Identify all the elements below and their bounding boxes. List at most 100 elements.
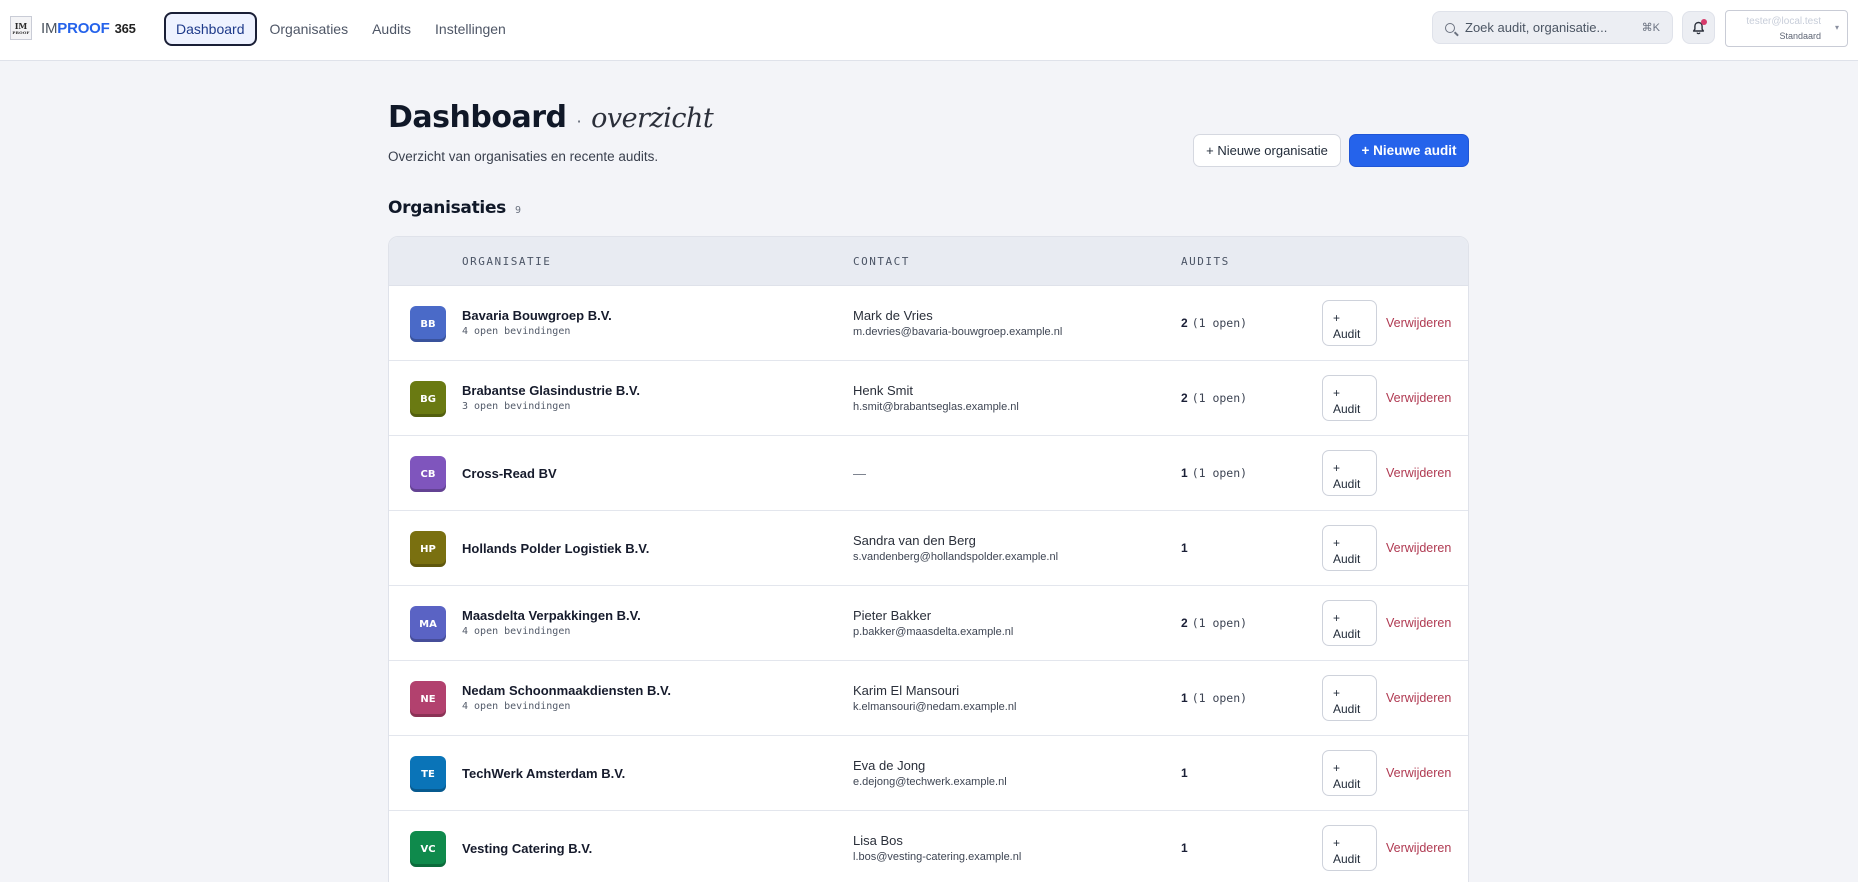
audit-open-count: (1 open) [1191, 316, 1248, 330]
notifications-button[interactable] [1682, 11, 1715, 44]
nav-item-instellingen[interactable]: Instellingen [424, 12, 517, 46]
audit-count: 2 (1 open) [1181, 316, 1247, 330]
global-search[interactable]: ⌘K [1432, 11, 1673, 44]
audit-count-value: 1 [1181, 466, 1188, 480]
audit-count-value: 1 [1181, 841, 1188, 855]
add-audit-label: Audit [1333, 852, 1361, 866]
add-audit-label: Audit [1333, 402, 1361, 416]
add-audit-plus: + [1333, 461, 1341, 475]
audit-count: 1 [1181, 541, 1188, 555]
contact-name: Mark de Vries [853, 308, 933, 323]
org-open-findings: 4 open bevindingen [462, 701, 571, 712]
nav-item-dashboard[interactable]: Dashboard [164, 12, 257, 46]
audit-count: 2 (1 open) [1181, 391, 1247, 405]
search-input[interactable] [1465, 20, 1635, 35]
contact-name: Pieter Bakker [853, 608, 932, 623]
org-avatar: NE [410, 681, 446, 717]
add-audit-button[interactable]: + Audit [1322, 750, 1377, 796]
nav-item-organisaties[interactable]: Organisaties [259, 12, 360, 46]
contact-email: m.devries@bavaria-bouwgroep.example.nl [853, 326, 1063, 338]
delete-organisation-link[interactable]: Verwijderen [1386, 616, 1451, 630]
add-audit-plus: + [1333, 311, 1341, 325]
table-row[interactable]: BG Brabantse Glasindustrie B.V. 3 open bev… [389, 361, 1468, 436]
org-avatar: TE [410, 756, 446, 792]
add-audit-plus: + [1333, 761, 1341, 775]
org-name[interactable]: Hollands Polder Logistiek B.V. [462, 541, 649, 556]
org-name[interactable]: Maasdelta Verpakkingen B.V. [462, 608, 641, 623]
add-audit-button[interactable]: + Audit [1322, 675, 1377, 721]
add-audit-plus: + [1333, 611, 1341, 625]
delete-organisation-link[interactable]: Verwijderen [1386, 316, 1451, 330]
add-audit-plus: + [1333, 686, 1341, 700]
add-audit-button[interactable]: + Audit [1322, 300, 1377, 346]
delete-organisation-link[interactable]: Verwijderen [1386, 541, 1451, 555]
user-email: tester@local.test [1746, 16, 1821, 27]
org-name[interactable]: Vesting Catering B.V. [462, 841, 592, 856]
unread-indicator [1701, 19, 1707, 25]
table-row[interactable]: VC Vesting Catering B.V. Lisa Bos l.bos@ves… [389, 811, 1468, 882]
table-row[interactable]: MA Maasdelta Verpakkingen B.V. 4 open bevi… [389, 586, 1468, 661]
org-open-findings: 4 open bevindingen [462, 626, 571, 637]
add-audit-plus: + [1333, 536, 1341, 550]
main-nav: Dashboard Organisaties Audits Instelling… [164, 12, 519, 46]
contact-name: Lisa Bos [853, 833, 903, 848]
page-title-sub: overzicht [591, 103, 714, 134]
contact-name: Sandra van den Berg [853, 533, 976, 548]
audit-count: 1 [1181, 766, 1188, 780]
delete-organisation-link[interactable]: Verwijderen [1386, 466, 1451, 480]
contact-email: e.dejong@techwerk.example.nl [853, 776, 1007, 788]
delete-organisation-link[interactable]: Verwijderen [1386, 766, 1451, 780]
chevron-down-icon: ▾ [1834, 23, 1839, 32]
add-audit-button[interactable]: + Audit [1322, 525, 1377, 571]
brand-name: IMPROOF 365 [41, 19, 136, 37]
add-audit-plus: + [1333, 836, 1341, 850]
contact-email: k.elmansouri@nedam.example.nl [853, 701, 1017, 713]
table-header: ORGANISATIE CONTACT AUDITS [389, 237, 1468, 286]
nav-item-audits[interactable]: Audits [361, 12, 422, 46]
org-avatar: MA [410, 606, 446, 642]
new-organisation-button[interactable]: + Nieuwe organisatie [1193, 134, 1341, 167]
new-audit-button[interactable]: + Nieuwe audit [1349, 134, 1469, 167]
column-header-organisatie: ORGANISATIE [462, 255, 552, 268]
org-avatar: VC [410, 831, 446, 867]
audit-count-value: 2 [1181, 391, 1188, 405]
audit-open-count: (1 open) [1191, 616, 1248, 630]
delete-organisation-link[interactable]: Verwijderen [1386, 691, 1451, 705]
organisations-table: ORGANISATIE CONTACT AUDITS BB Bavaria Bou… [388, 236, 1469, 882]
table-row[interactable]: NE Nedam Schoonmaakdiensten B.V. 4 open be… [389, 661, 1468, 736]
table-row[interactable]: CB Cross-Read BV — 1 (1 open) + Audit Verwijder… [389, 436, 1468, 511]
table-row[interactable]: BB Bavaria Bouwgroep B.V. 4 open bevinding… [389, 286, 1468, 361]
org-name[interactable]: Cross-Read BV [462, 466, 557, 481]
add-audit-plus: + [1333, 386, 1341, 400]
table-row[interactable]: TE TechWerk Amsterdam B.V. Eva de Jong e.de… [389, 736, 1468, 811]
org-name[interactable]: Bavaria Bouwgroep B.V. [462, 308, 612, 323]
org-name[interactable]: Brabantse Glasindustrie B.V. [462, 383, 640, 398]
organisations-heading: Organisaties 9 [388, 198, 521, 218]
add-audit-label: Audit [1333, 627, 1361, 641]
column-header-audits: AUDITS [1181, 255, 1230, 268]
user-menu[interactable]: tester@local.test Standaard ▾ [1725, 10, 1848, 47]
organisations-count: 9 [515, 205, 521, 216]
org-name[interactable]: Nedam Schoonmaakdiensten B.V. [462, 683, 671, 698]
brand-logo[interactable]: IM PROOF IMPROOF 365 [10, 16, 136, 40]
table-row[interactable]: HP Hollands Polder Logistiek B.V. Sandra v… [389, 511, 1468, 586]
add-audit-button[interactable]: + Audit [1322, 600, 1377, 646]
org-avatar: BB [410, 306, 446, 342]
logo-mark-icon: IM PROOF [10, 16, 32, 40]
add-audit-label: Audit [1333, 777, 1361, 791]
delete-organisation-link[interactable]: Verwijderen [1386, 841, 1451, 855]
org-avatar: HP [410, 531, 446, 567]
add-audit-label: Audit [1333, 702, 1361, 716]
add-audit-button[interactable]: + Audit [1322, 825, 1377, 871]
page-subtitle: Overzicht van organisaties en recente au… [388, 149, 659, 164]
add-audit-button[interactable]: + Audit [1322, 450, 1377, 496]
column-header-contact: CONTACT [853, 255, 910, 268]
add-audit-button[interactable]: + Audit [1322, 375, 1377, 421]
audit-open-count: (1 open) [1191, 466, 1248, 480]
org-name[interactable]: TechWerk Amsterdam B.V. [462, 766, 625, 781]
audit-count-value: 1 [1181, 541, 1188, 555]
search-shortcut-hint: ⌘K [1641, 22, 1660, 34]
audit-count-value: 1 [1181, 766, 1188, 780]
delete-organisation-link[interactable]: Verwijderen [1386, 391, 1451, 405]
audit-count: 1 (1 open) [1181, 466, 1247, 480]
